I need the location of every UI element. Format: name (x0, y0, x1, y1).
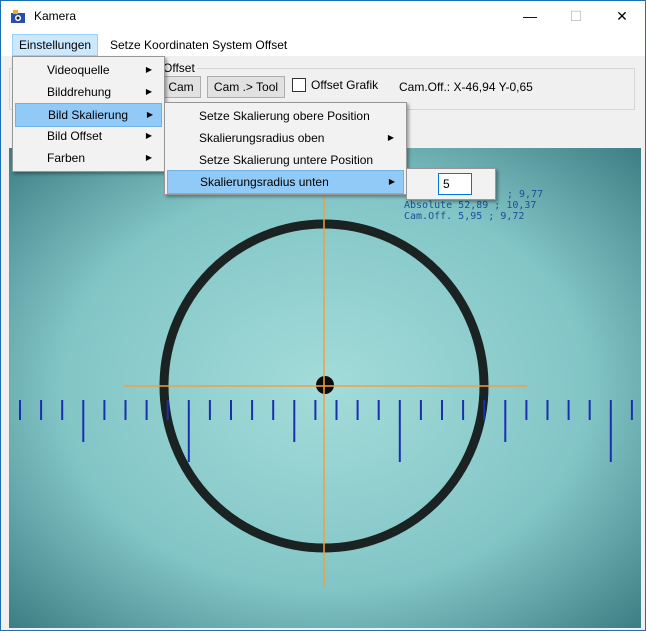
minimize-button[interactable]: — (507, 1, 553, 31)
kamera-window: Kamera — ☐ ✕ Einstellungen Setze Koordin… (0, 0, 646, 631)
menu-bar: Einstellungen Setze Koordinaten System O… (1, 31, 645, 57)
menu-item-setze-skalierung-unten[interactable]: Setze Skalierung untere Position (167, 149, 402, 171)
menu-item-videoquelle[interactable]: Videoquelle ▶ (15, 59, 160, 81)
offset-grafik-label: Offset Grafik (311, 78, 379, 92)
radius-unten-input[interactable]: 5 (438, 173, 472, 195)
offset-grafik-checkbox[interactable] (292, 78, 306, 92)
menu-item-bild-offset[interactable]: Bild Offset ▶ (15, 125, 160, 147)
menu-item-label: Bild Skalierung (48, 108, 129, 122)
cam-to-tool-button[interactable]: Cam .> Tool (207, 76, 285, 98)
menu-item-label: Videoquelle (47, 63, 110, 77)
menu-item-label: Skalierungsradius oben (199, 131, 325, 145)
menu-setze-koordinaten[interactable]: Setze Koordinaten System Offset (104, 35, 293, 55)
offset-group-label: Offset (161, 61, 197, 75)
menu-einstellungen[interactable]: Einstellungen (12, 34, 99, 56)
window-title: Kamera (34, 9, 77, 23)
chevron-right-icon: ▶ (145, 131, 152, 140)
menu-item-label: Skalierungsradius unten (200, 175, 329, 189)
overlay-line-1: ; 9,77 (507, 189, 544, 200)
camera-image (9, 148, 641, 628)
menu-item-skalierungsradius-oben[interactable]: Skalierungsradius oben ▶ (167, 127, 402, 149)
menu-item-bild-skalierung[interactable]: Bild Skalierung ▶ (15, 103, 162, 127)
maximize-button[interactable]: ☐ (553, 1, 599, 31)
overlay-line-3: Cam.Off. 5,95 ; 9,72 (404, 211, 525, 222)
close-button[interactable]: ✕ (599, 1, 645, 31)
chevron-right-icon: ▶ (146, 110, 153, 119)
chevron-right-icon: ▶ (145, 87, 152, 96)
title-bar[interactable]: Kamera — ☐ ✕ (1, 1, 645, 31)
menu-item-setze-skalierung-oben[interactable]: Setze Skalierung obere Position (167, 105, 402, 127)
menu-item-bilddrehung[interactable]: Bilddrehung ▶ (15, 81, 160, 103)
chevron-right-icon: ▶ (388, 177, 395, 186)
chevron-right-icon: ▶ (145, 153, 152, 162)
cam-offset-readout: Cam.Off.: X-46,94 Y-0,65 (399, 80, 533, 94)
einstellungen-dropdown: Videoquelle ▶ Bilddrehung ▶ Bild Skalier… (12, 56, 165, 172)
menu-item-label: Setze Skalierung obere Position (199, 109, 370, 123)
menu-item-label: Farben (47, 151, 86, 165)
menu-item-skalierungsradius-unten[interactable]: Skalierungsradius unten ▶ (167, 170, 404, 194)
menu-item-label: Bild Offset (47, 129, 103, 143)
menu-item-farben[interactable]: Farben ▶ (15, 147, 160, 169)
cam-button[interactable]: Cam (161, 76, 201, 98)
center-dot (316, 376, 334, 394)
menu-item-label: Setze Skalierung untere Position (199, 153, 374, 167)
chevron-right-icon: ▶ (145, 65, 152, 74)
menu-item-label: Bilddrehung (47, 85, 112, 99)
overlay-line-2: Absolute 52,89 ; 10,37 (404, 200, 537, 211)
camera-view[interactable] (9, 148, 641, 628)
chevron-right-icon: ▶ (387, 133, 394, 142)
bild-skalierung-submenu: Setze Skalierung obere Position Skalieru… (164, 102, 407, 195)
camera-app-icon (11, 10, 25, 23)
